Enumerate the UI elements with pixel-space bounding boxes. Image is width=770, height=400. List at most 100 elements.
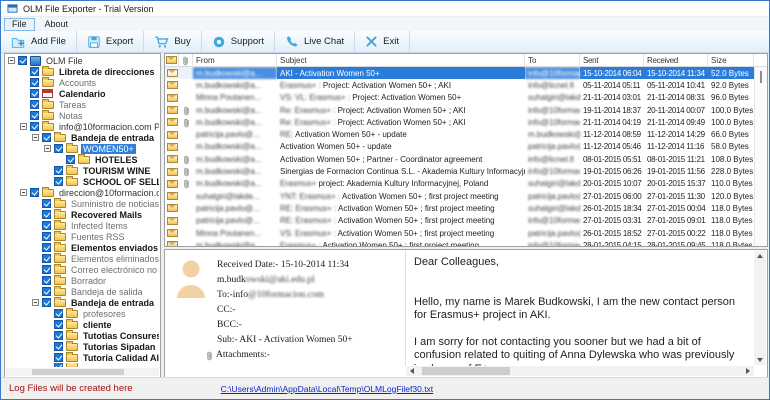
- checked-checkbox[interactable]: [42, 243, 51, 252]
- checked-checkbox[interactable]: [54, 331, 63, 340]
- checked-checkbox[interactable]: [54, 177, 63, 186]
- tree-item-tareas[interactable]: Tareas: [6, 99, 159, 110]
- scroll-down-arrow[interactable]: [757, 358, 763, 362]
- tree-item-hoteles[interactable]: HOTELES: [6, 154, 159, 165]
- column-header-to[interactable]: To: [525, 54, 580, 67]
- mail-row[interactable]: m.budkowski@a...Erasmus+ : Activation Wo…: [165, 239, 754, 246]
- checked-checkbox[interactable]: [66, 155, 75, 164]
- mail-list-vertical-scrollbar[interactable]: [754, 67, 767, 246]
- tree-item-cliente[interactable]: cliente: [6, 319, 159, 330]
- column-header-sent[interactable]: Sent: [580, 54, 644, 67]
- envelope-column-header[interactable]: [165, 54, 179, 67]
- live-chat-button[interactable]: Live Chat: [275, 31, 355, 52]
- checked-checkbox[interactable]: [30, 111, 39, 120]
- collapse-icon[interactable]: [8, 57, 15, 64]
- tree-item-olm-file[interactable]: OLM File: [6, 55, 159, 66]
- checked-checkbox[interactable]: [54, 353, 63, 362]
- checked-checkbox[interactable]: [42, 232, 51, 241]
- mail-row[interactable]: m.budkowski@a...Sinergias de Formacion C…: [165, 165, 754, 177]
- mail-row[interactable]: m.budkowski@a...Erasmus+ : Project: Acti…: [165, 79, 754, 91]
- tree-item-tutorias-sipadan[interactable]: Tutorias Sipadan: [6, 341, 159, 352]
- attachment-column-header[interactable]: [179, 54, 193, 67]
- tree-item-fuentes-rss[interactable]: Fuentes RSS: [6, 231, 159, 242]
- checked-checkbox[interactable]: [30, 188, 39, 197]
- checked-checkbox[interactable]: [54, 320, 63, 329]
- mail-row[interactable]: patricija.pavlo@...RE: Activation Women …: [165, 128, 754, 140]
- tree-item-tutoria-calidad-alime[interactable]: Tutoria Calidad Alime: [6, 352, 159, 363]
- checked-checkbox[interactable]: [42, 133, 51, 142]
- buy-button[interactable]: Buy: [144, 31, 201, 52]
- column-header-received[interactable]: Received: [644, 54, 708, 67]
- sidebar-horizontal-scrollbar[interactable]: [6, 368, 159, 376]
- checked-checkbox[interactable]: [42, 276, 51, 285]
- checked-checkbox[interactable]: [42, 199, 51, 208]
- tree-item-bandeja-de-entrada[interactable]: Bandeja de entrada: [6, 297, 159, 308]
- tree-item-info-10formacion-com-pst[interactable]: info@10formacion.com PST: [6, 121, 159, 132]
- menu-file[interactable]: File: [4, 18, 35, 31]
- tree-item-bandeja-de-salida[interactable]: Bandeja de salida: [6, 286, 159, 297]
- scroll-left-arrow[interactable]: [410, 368, 414, 374]
- checked-checkbox[interactable]: [30, 78, 39, 87]
- collapse-icon[interactable]: [44, 145, 51, 152]
- tree-item-school-of-sellei[interactable]: SCHOOL OF SELLEI: [6, 176, 159, 187]
- tree-item-bandeja-de-entrada[interactable]: Bandeja de entrada: [6, 132, 159, 143]
- checked-checkbox[interactable]: [54, 363, 63, 367]
- mail-row[interactable]: m.budkowski@a...Re: Erasmus+ : Project: …: [165, 116, 754, 128]
- mail-row[interactable]: m.budkowski@a...AKI - Activation Women 5…: [165, 67, 754, 79]
- checked-checkbox[interactable]: [42, 210, 51, 219]
- checked-checkbox[interactable]: [42, 287, 51, 296]
- menu-about[interactable]: About: [38, 19, 76, 30]
- tree-item-recovered-mails[interactable]: Recovered Mails: [6, 209, 159, 220]
- mail-row[interactable]: Minna Poutanen...VS: VL: Erasmus+ : Proj…: [165, 92, 754, 104]
- preview-horizontal-scrollbar[interactable]: [406, 366, 754, 376]
- collapse-icon[interactable]: [20, 123, 27, 130]
- tree-item-infected-items[interactable]: Infected Items: [6, 220, 159, 231]
- tree-item-accounts[interactable]: Accounts: [6, 77, 159, 88]
- checked-checkbox[interactable]: [54, 144, 63, 153]
- collapse-icon[interactable]: [20, 189, 27, 196]
- mail-row[interactable]: suhalgiri@lakde...YNT: Erasmus+ : Activa…: [165, 190, 754, 202]
- checked-checkbox[interactable]: [30, 100, 39, 109]
- scroll-up-arrow[interactable]: [757, 254, 763, 258]
- tree-item-tourism-wine[interactable]: TOURISM WINE: [6, 165, 159, 176]
- tree-item-direccion-10formacion-com[interactable]: direccion@10formacion.com: [6, 187, 159, 198]
- checked-checkbox[interactable]: [42, 221, 51, 230]
- checked-checkbox[interactable]: [54, 342, 63, 351]
- tree-item[interactable]: [6, 363, 159, 367]
- preview-vertical-scrollbar[interactable]: [754, 251, 766, 365]
- exit-button[interactable]: Exit: [355, 31, 410, 52]
- checked-checkbox[interactable]: [42, 265, 51, 274]
- checked-checkbox[interactable]: [42, 254, 51, 263]
- column-header-subject[interactable]: Subject: [277, 54, 525, 67]
- collapse-icon[interactable]: [32, 299, 39, 306]
- tree-item-elementos-enviados[interactable]: Elementos enviados: [6, 242, 159, 253]
- tree-item-correo-electr-nico-no-des[interactable]: Correo electrónico no des: [6, 264, 159, 275]
- support-button[interactable]: Support: [202, 31, 275, 52]
- mail-row[interactable]: m.budkowski@a...Re: Erasmus+ : Project: …: [165, 104, 754, 116]
- checked-checkbox[interactable]: [54, 309, 63, 318]
- log-file-link[interactable]: C:\Users\Admin\AppData\Local\Temp\OLMLog…: [221, 384, 434, 394]
- column-header-size[interactable]: Size: [708, 54, 754, 67]
- tree-item-women50-[interactable]: WOMEN50+: [6, 143, 159, 154]
- tree-item-borrador[interactable]: Borrador: [6, 275, 159, 286]
- export-button[interactable]: Export: [77, 31, 144, 52]
- tree-item-profesores[interactable]: profesores: [6, 308, 159, 319]
- scrollbar-thumb[interactable]: [32, 369, 124, 375]
- tree-item-elementos-eliminados[interactable]: Elementos eliminados: [6, 253, 159, 264]
- mail-row[interactable]: patricija.pavlo@...RE: Erasmus+ : Activa…: [165, 202, 754, 214]
- tree-item-suministro-de-noticias[interactable]: Suministro de noticias: [6, 198, 159, 209]
- mail-row[interactable]: Minna Poutanen...VS: Erasmus+ : Activati…: [165, 227, 754, 239]
- column-header-from[interactable]: From: [193, 54, 277, 67]
- scrollbar-thumb[interactable]: [422, 367, 510, 375]
- collapse-icon[interactable]: [32, 134, 39, 141]
- mail-row[interactable]: m.budkowski@a...Activation Women 50+ - u…: [165, 141, 754, 153]
- tree-item-calendario[interactable]: Calendario: [6, 88, 159, 99]
- checked-checkbox[interactable]: [30, 89, 39, 98]
- checked-checkbox[interactable]: [30, 67, 39, 76]
- checked-checkbox[interactable]: [54, 166, 63, 175]
- scroll-right-arrow[interactable]: [746, 368, 750, 374]
- tree-item-tutotias-consuresto[interactable]: Tutotias Consuresto: [6, 330, 159, 341]
- mail-row[interactable]: patricija.pavlo@...RE: Erasmus+ : Activa…: [165, 215, 754, 227]
- tree-item-libreta-de-direcciones[interactable]: Libreta de direcciones: [6, 66, 159, 77]
- checked-checkbox[interactable]: [18, 56, 27, 65]
